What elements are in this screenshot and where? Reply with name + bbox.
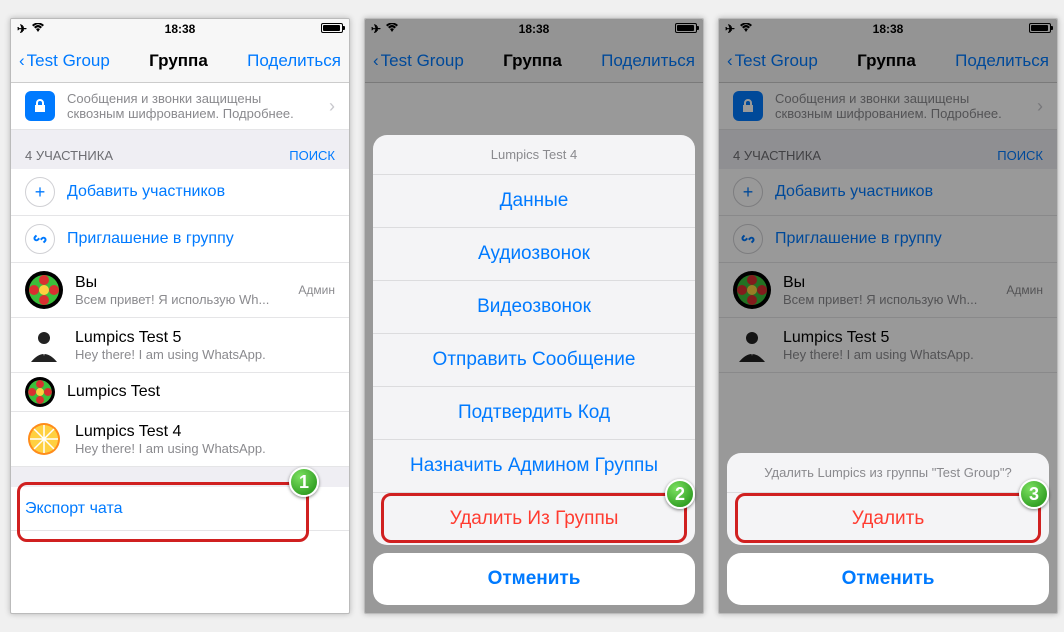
avatar-icon	[25, 326, 63, 364]
avatar-icon	[25, 420, 63, 458]
chevron-right-icon: ›	[329, 96, 335, 117]
participant-row[interactable]: Вы Всем привет! Я использую Wh... Админ	[11, 263, 349, 318]
participants-count: 4 УЧАСТНИКА	[25, 148, 113, 163]
sheet-item-audio-call[interactable]: Аудиозвонок	[373, 228, 695, 281]
participant-name: Lumpics Test 5	[75, 329, 335, 347]
avatar-icon	[25, 271, 63, 309]
add-participants-cell[interactable]: + Добавить участников	[11, 169, 349, 216]
action-sheet: Lumpics Test 4 Данные Аудиозвонок Видеоз…	[365, 127, 703, 613]
search-button[interactable]: ПОИСК	[289, 148, 335, 163]
confirm-sheet: Удалить Lumpics из группы "Test Group"? …	[719, 445, 1057, 613]
invite-link-label: Приглашение в группу	[67, 230, 335, 248]
nav-title: Группа	[149, 51, 208, 71]
sheet-item-video-call[interactable]: Видеозвонок	[373, 281, 695, 334]
encryption-cell[interactable]: Сообщения и звонки защищены сквозным шиф…	[11, 83, 349, 130]
sheet-title: Lumpics Test 4	[373, 135, 695, 175]
sheet-item-remove[interactable]: Удалить Из Группы	[373, 493, 695, 545]
invite-link-cell[interactable]: Приглашение в группу	[11, 216, 349, 263]
phone-screen-2: ✈ 18:38 ‹ Test Group Группа Поделиться L…	[364, 18, 704, 614]
export-chat-label: Экспорт чата	[25, 500, 335, 518]
participant-row[interactable]: Lumpics Test 5 Hey there! I am using Wha…	[11, 318, 349, 373]
sheet-cancel-button[interactable]: Отменить	[373, 553, 695, 605]
chevron-left-icon: ‹	[19, 51, 25, 71]
participant-status: Hey there! I am using WhatsApp.	[75, 347, 335, 362]
participants-header: 4 УЧАСТНИКА ПОИСК	[11, 130, 349, 169]
step-badge-1: 1	[289, 467, 319, 497]
plus-icon: +	[25, 177, 55, 207]
back-label: Test Group	[27, 51, 110, 71]
participant-status: Hey there! I am using WhatsApp.	[75, 441, 335, 456]
sheet-item-data[interactable]: Данные	[373, 175, 695, 228]
participant-row[interactable]: Lumpics Test 4 Hey there! I am using Wha…	[11, 412, 349, 467]
participant-name: Вы	[75, 274, 286, 292]
encryption-text: Сообщения и звонки защищены сквозным шиф…	[67, 91, 317, 121]
step-badge-2: 2	[665, 479, 695, 509]
confirm-prompt: Удалить Lumpics из группы "Test Group"?	[727, 453, 1049, 493]
participant-name: Lumpics Test 4	[75, 423, 335, 441]
link-icon	[25, 224, 55, 254]
status-time: 18:38	[11, 22, 349, 36]
participant-row[interactable]: Lumpics Test	[11, 373, 349, 412]
avatar-icon	[25, 377, 55, 407]
step-badge-3: 3	[1019, 479, 1049, 509]
nav-bar: ‹ Test Group Группа Поделиться	[11, 39, 349, 83]
back-button[interactable]: ‹ Test Group	[19, 51, 110, 71]
confirm-delete-button[interactable]: Удалить	[727, 493, 1049, 545]
sheet-item-verify-code[interactable]: Подтвердить Код	[373, 387, 695, 440]
participant-status: Всем привет! Я использую Wh...	[75, 292, 286, 307]
status-bar: ✈ 18:38	[11, 19, 349, 39]
sheet-item-make-admin[interactable]: Назначить Админом Группы	[373, 440, 695, 493]
phone-screen-3: ✈ 18:38 ‹ Test Group Группа Поделиться С…	[718, 18, 1058, 614]
sheet-item-send-message[interactable]: Отправить Сообщение	[373, 334, 695, 387]
content: Сообщения и звонки защищены сквозным шиф…	[11, 83, 349, 531]
participant-name: Lumpics Test	[67, 383, 335, 401]
lock-icon	[25, 91, 55, 121]
confirm-cancel-button[interactable]: Отменить	[727, 553, 1049, 605]
add-participants-label: Добавить участников	[67, 183, 335, 201]
share-button[interactable]: Поделиться	[247, 51, 341, 71]
phone-screen-1: ✈ 18:38 ‹ Test Group Группа Поделиться С…	[10, 18, 350, 614]
admin-badge: Админ	[298, 283, 335, 297]
